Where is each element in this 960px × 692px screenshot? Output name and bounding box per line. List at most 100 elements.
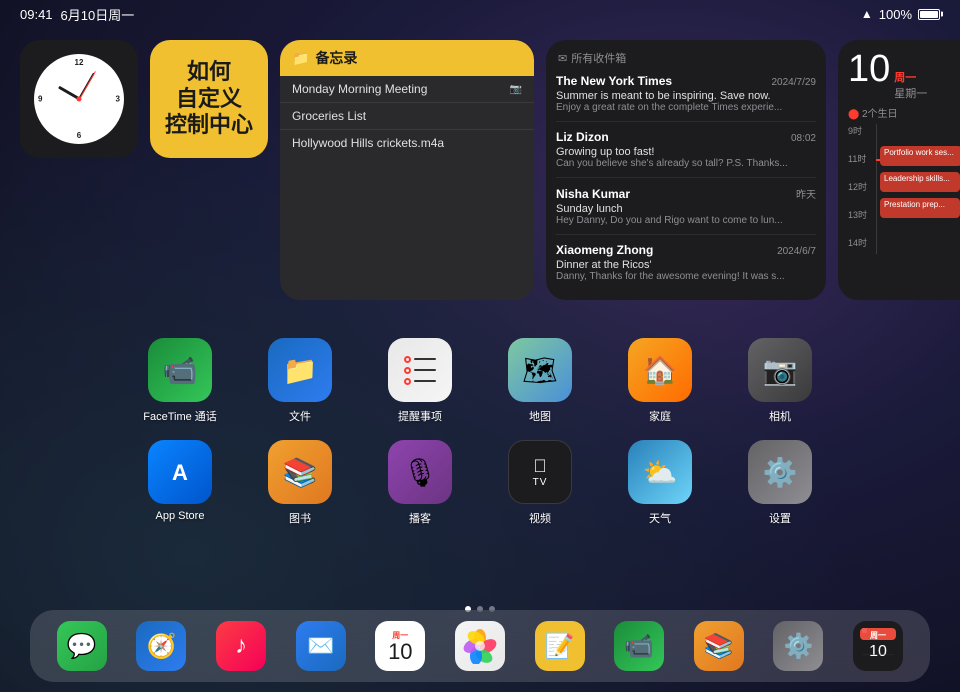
dock-cal-num: 10 — [388, 641, 412, 663]
app-appletv[interactable]:  TV 视频 — [505, 440, 575, 526]
app-files[interactable]: 📁 文件 — [265, 338, 335, 424]
app-settings[interactable]: ⚙️ 设置 — [745, 440, 815, 526]
maps-icon: 🗺 — [508, 338, 572, 402]
appstore-icon: A — [148, 440, 212, 504]
calendar-date-number: 10 — [848, 50, 890, 88]
home-label: 家庭 — [649, 408, 671, 424]
cal-event-5: Prestation prep... — [880, 198, 960, 218]
dock-messages[interactable]: 💬 — [57, 621, 107, 671]
calendar-header: 10 周一 星期一 — [848, 50, 960, 101]
appletv-label: 视频 — [529, 510, 551, 526]
mail-item-3: Nisha Kumar 昨天 Sunday lunch Hey Danny, D… — [556, 186, 816, 235]
cal-event-3: Leadership skills... — [880, 172, 960, 192]
books-label: 图书 — [289, 510, 311, 526]
second-hand — [79, 71, 96, 99]
app-podcasts[interactable]: 🎙 播客 — [385, 440, 455, 526]
svg-text:A: A — [172, 460, 188, 485]
wifi-icon: ▲ — [861, 7, 873, 21]
notes-item-1: Monday Morning Meeting 📷 — [280, 76, 534, 103]
weather-icon: ⛅ — [628, 440, 692, 504]
podcasts-icon: 🎙 — [388, 440, 452, 504]
dock-reminders-calendar[interactable]: 周一 10 — [853, 621, 903, 671]
cal-event-1: Portfolio work ses... — [880, 146, 960, 166]
app-reminders[interactable]: 提醒事项 — [385, 338, 455, 424]
calendar-month: 星期一 — [894, 85, 927, 101]
dock-mail[interactable]: ✉️ — [296, 621, 346, 671]
dock-notes[interactable]: 📝 — [535, 621, 585, 671]
podcasts-label: 播客 — [409, 510, 431, 526]
status-bar: 09:41 6月10日周一 ▲ 100% — [0, 0, 960, 28]
calendar-birthday: ⬤ 2个生日 — [848, 105, 960, 120]
reminders-icon — [388, 338, 452, 402]
clock-num-12: 12 — [75, 58, 84, 67]
notes-widget[interactable]: 📁 备忘录 Monday Morning Meeting 📷 Groceries… — [280, 40, 534, 300]
notes-header: 📁 备忘录 — [280, 40, 534, 76]
app-facetime[interactable]: 📹 FaceTime 通话 — [145, 338, 215, 424]
facetime-icon: 📹 — [148, 338, 212, 402]
mail-item-1: The New York Times 2024/7/29 Summer is m… — [556, 74, 816, 122]
settings-label: 设置 — [769, 510, 791, 526]
camera-label: 相机 — [769, 408, 791, 424]
app-appstore[interactable]: A App Store — [145, 440, 215, 526]
dock-facetime[interactable]: 📹 — [614, 621, 664, 671]
custom-widget-text: 如何 自定义 控制中心 — [165, 59, 253, 138]
app-row-1: 📹 FaceTime 通话 📁 文件 — [30, 338, 930, 424]
widgets-area: 12 3 6 9 如何 自定义 控制中心 📁 备忘录 — [20, 40, 960, 300]
app-maps[interactable]: 🗺 地图 — [505, 338, 575, 424]
status-right: ▲ 100% — [861, 7, 940, 22]
app-home[interactable]: 🏠 家庭 — [625, 338, 695, 424]
custom-control-widget[interactable]: 如何 自定义 控制中心 — [150, 40, 268, 158]
timeline-line — [876, 124, 877, 254]
notes-item-3: Hollywood Hills crickets.m4a — [280, 130, 534, 156]
dock-settings[interactable]: ⚙️ — [773, 621, 823, 671]
reminders-label: 提醒事项 — [398, 408, 442, 424]
maps-label: 地图 — [529, 408, 551, 424]
dock-music[interactable]: ♪ — [216, 621, 266, 671]
notes-item-2: Groceries List — [280, 103, 534, 130]
svg-text:周一: 周一 — [870, 631, 886, 640]
notes-attach-icon: 📷 — [510, 84, 522, 95]
appletv-icon:  TV — [508, 440, 572, 504]
mail-widget[interactable]: ✉ 所有收件箱 The New York Times 2024/7/29 Sum… — [546, 40, 826, 300]
calendar-date-info: 周一 星期一 — [894, 69, 927, 101]
notes-header-title: 备忘录 — [315, 48, 357, 68]
app-weather[interactable]: ⛅ 天气 — [625, 440, 695, 526]
dock-books[interactable]: 📚 — [694, 621, 744, 671]
appstore-label: App Store — [156, 510, 205, 522]
mail-item-2: Liz Dizon 08:02 Growing up too fast! Can… — [556, 130, 816, 178]
mail-header: ✉ 所有收件箱 — [556, 50, 816, 66]
battery-percent: 100% — [879, 7, 912, 22]
calendar-widget[interactable]: 10 周一 星期一 ⬤ 2个生日 9时 11时 12时 13时 14时 — [838, 40, 960, 300]
clock-face: 12 3 6 9 — [34, 54, 124, 144]
center-dot — [77, 97, 82, 102]
notes-folder-icon: 📁 — [292, 50, 309, 67]
dock-calendar[interactable]: 周一 10 — [375, 621, 425, 671]
app-grid: 📹 FaceTime 通话 📁 文件 — [0, 338, 960, 526]
clock-num-3: 3 — [116, 95, 120, 104]
files-icon: 📁 — [268, 338, 332, 402]
mail-item-4: Xiaomeng Zhong 2024/6/7 Dinner at the Ri… — [556, 243, 816, 290]
camera-icon: 📷 — [748, 338, 812, 402]
settings-icon: ⚙️ — [748, 440, 812, 504]
app-camera[interactable]: 📷 相机 — [745, 338, 815, 424]
clock-widget[interactable]: 12 3 6 9 — [20, 40, 138, 158]
calendar-weekday: 周一 — [894, 69, 927, 85]
svg-text:10: 10 — [869, 643, 887, 660]
dock-safari[interactable]: 🧭 — [136, 621, 186, 671]
dock-photos[interactable] — [455, 621, 505, 671]
home-icon: 🏠 — [628, 338, 692, 402]
status-left: 09:41 6月10日周一 — [20, 5, 134, 24]
calendar-timeline: 9时 11时 12时 13时 14时 Portfolio work ses...… — [848, 124, 960, 254]
main-content: 12 3 6 9 如何 自定义 控制中心 📁 备忘录 — [0, 28, 960, 692]
dock: 💬 🧭 ♪ ✉️ 周一 10 — [30, 610, 930, 682]
files-label: 文件 — [289, 408, 311, 424]
status-time: 09:41 — [20, 7, 53, 22]
battery-icon — [918, 9, 940, 20]
status-date: 6月10日周一 — [61, 5, 135, 24]
facetime-label: FaceTime 通话 — [143, 408, 217, 424]
weather-label: 天气 — [649, 510, 671, 526]
app-row-2: A App Store 📚 图书 🎙 播客 — [30, 440, 930, 526]
clock-num-9: 9 — [38, 95, 42, 104]
app-books[interactable]: 📚 图书 — [265, 440, 335, 526]
books-icon: 📚 — [268, 440, 332, 504]
